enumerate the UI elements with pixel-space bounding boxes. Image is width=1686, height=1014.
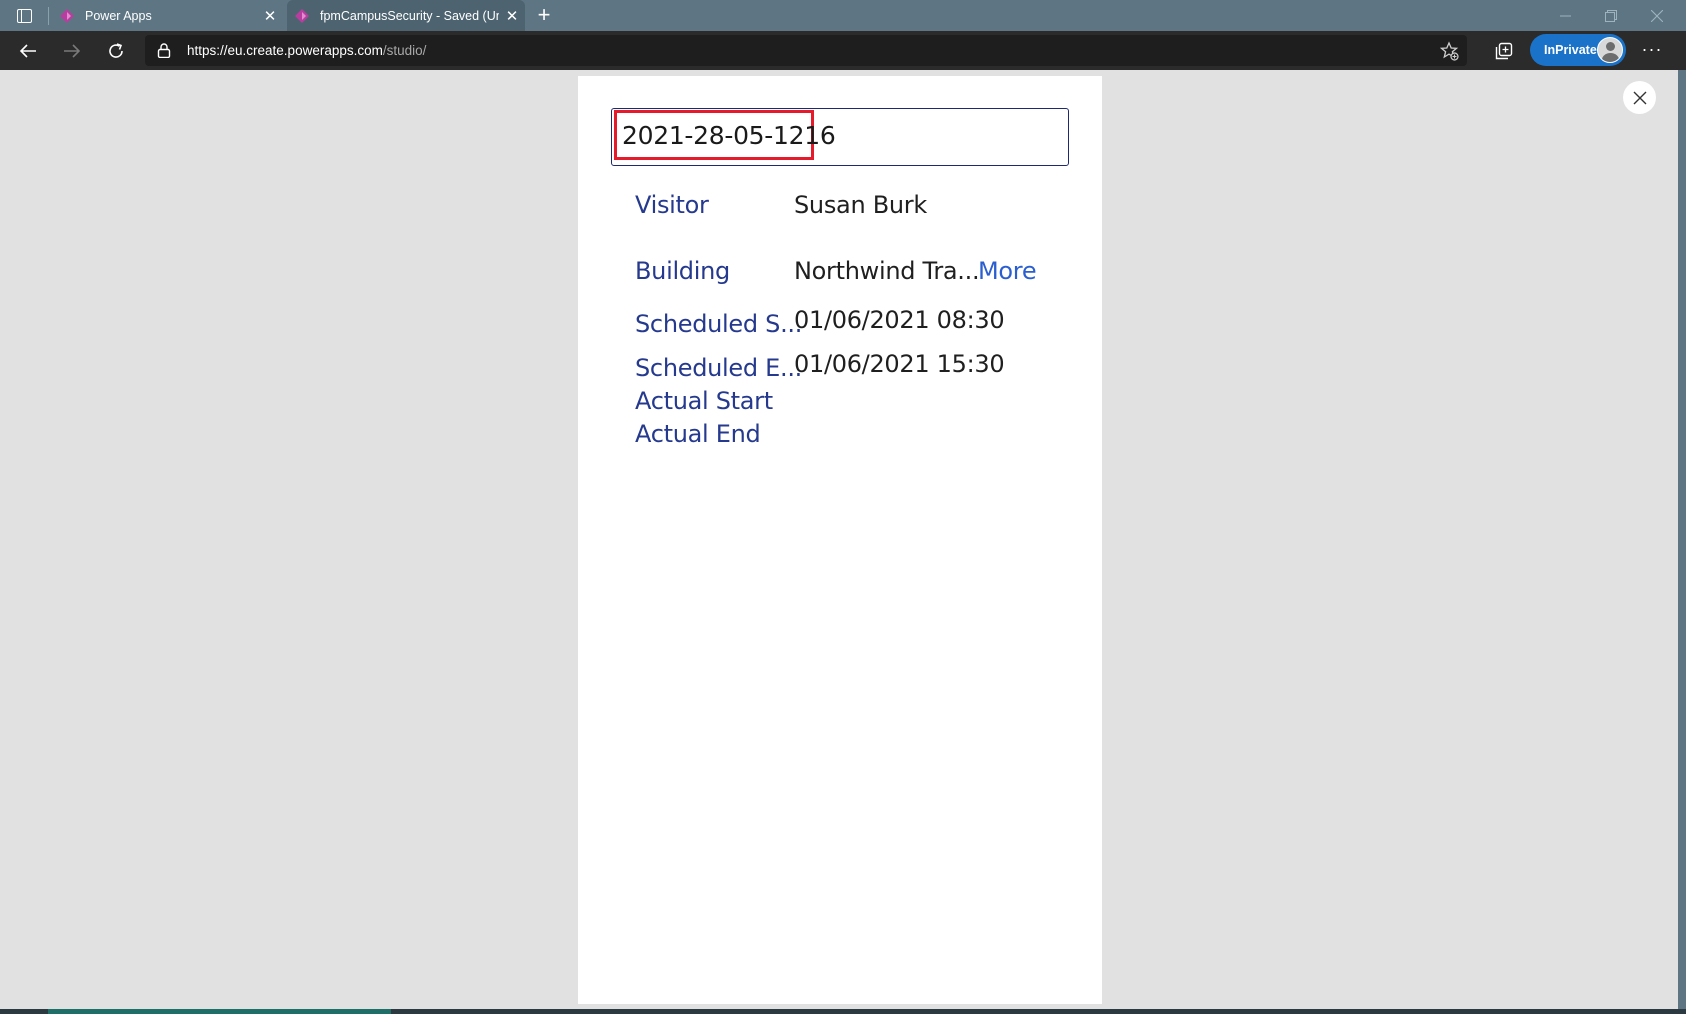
scheduled-start-value: 01/06/2021 08:30	[794, 306, 1005, 334]
add-favorite-icon[interactable]	[1439, 41, 1459, 61]
minimize-button[interactable]	[1542, 0, 1588, 31]
close-preview-button[interactable]	[1623, 81, 1656, 114]
url-path: /studio/	[382, 43, 427, 58]
browser-tab-bar: Power Apps ✕ fpmCampusSecurity - Saved (…	[0, 0, 1686, 31]
actual-start-label: Actual Start	[635, 387, 773, 415]
close-tab-icon[interactable]: ✕	[257, 7, 283, 25]
visitor-value: Susan Burk	[794, 191, 927, 219]
tab-actions-button[interactable]	[8, 4, 40, 28]
url-host: https://eu.create.powerapps.com	[187, 43, 383, 58]
actual-end-label: Actual End	[635, 420, 761, 448]
taskbar-strip	[0, 1009, 1686, 1014]
restore-button[interactable]	[1588, 0, 1634, 31]
power-apps-icon	[60, 8, 74, 23]
back-arrow-icon	[19, 44, 36, 58]
collections-button[interactable]	[1488, 36, 1520, 66]
collections-icon	[1495, 42, 1513, 60]
record-id-field[interactable]: 2021-28-05-1216	[611, 108, 1069, 166]
back-button[interactable]	[12, 36, 44, 66]
close-icon	[1633, 91, 1646, 104]
tab-separator	[48, 7, 49, 25]
tab-fpmcampussecurity[interactable]: fpmCampusSecurity - Saved (Un ✕	[287, 0, 525, 31]
building-label: Building	[635, 257, 730, 285]
close-tab-icon[interactable]: ✕	[499, 7, 525, 25]
settings-more-button[interactable]: ···	[1636, 36, 1668, 66]
forward-button[interactable]	[56, 36, 88, 66]
minimize-icon	[1559, 15, 1571, 17]
lock-icon	[157, 43, 171, 58]
new-tab-button[interactable]: +	[532, 2, 556, 28]
address-bar[interactable]: https://eu.create.powerapps.com/studio/	[145, 35, 1467, 66]
tab-power-apps[interactable]: Power Apps ✕	[52, 0, 283, 31]
forward-arrow-icon	[64, 44, 81, 58]
scheduled-end-value: 01/06/2021 15:30	[794, 350, 1005, 378]
scheduled-start-label: Scheduled S...	[635, 310, 803, 338]
inprivate-label: InPrivate	[1544, 43, 1597, 57]
tab-title: fpmCampusSecurity - Saved (Un	[320, 8, 499, 23]
tab-title: Power Apps	[85, 8, 152, 23]
building-value: Northwind Tra...	[794, 257, 980, 285]
building-more-link[interactable]: More	[978, 257, 1037, 285]
tab-actions-icon	[16, 9, 32, 23]
url-text[interactable]: https://eu.create.powerapps.com/studio/	[187, 43, 426, 58]
close-icon	[1651, 9, 1663, 22]
right-edge-strip	[1678, 70, 1686, 1009]
avatar	[1597, 37, 1623, 63]
app-screen: 2021-28-05-1216 Visitor Susan Burk Build…	[578, 76, 1102, 1004]
power-apps-icon	[295, 8, 309, 23]
close-window-button[interactable]	[1634, 0, 1680, 31]
scheduled-end-label: Scheduled E...	[635, 354, 802, 382]
browser-toolbar: https://eu.create.powerapps.com/studio/ …	[0, 31, 1686, 70]
refresh-icon	[109, 43, 123, 58]
record-id-text: 2021-28-05-1216	[622, 121, 836, 150]
restore-icon	[1605, 9, 1617, 22]
visitor-label: Visitor	[635, 191, 709, 219]
refresh-button[interactable]	[100, 36, 132, 66]
inprivate-button[interactable]: InPrivate	[1530, 34, 1626, 66]
